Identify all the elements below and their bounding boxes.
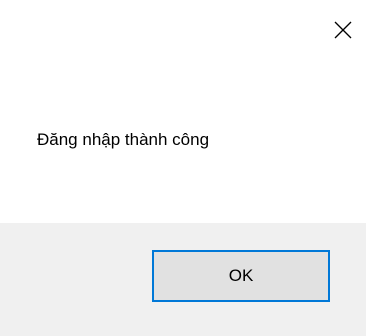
close-button[interactable]: [320, 0, 366, 60]
ok-button[interactable]: OK: [152, 250, 330, 302]
title-bar: [0, 0, 366, 60]
dialog-message: Đăng nhập thành công: [37, 130, 210, 149]
message-area: Đăng nhập thành công: [0, 60, 366, 223]
message-dialog: Đăng nhập thành công OK: [0, 0, 366, 336]
close-icon: [334, 21, 352, 39]
button-bar: OK: [0, 223, 366, 336]
